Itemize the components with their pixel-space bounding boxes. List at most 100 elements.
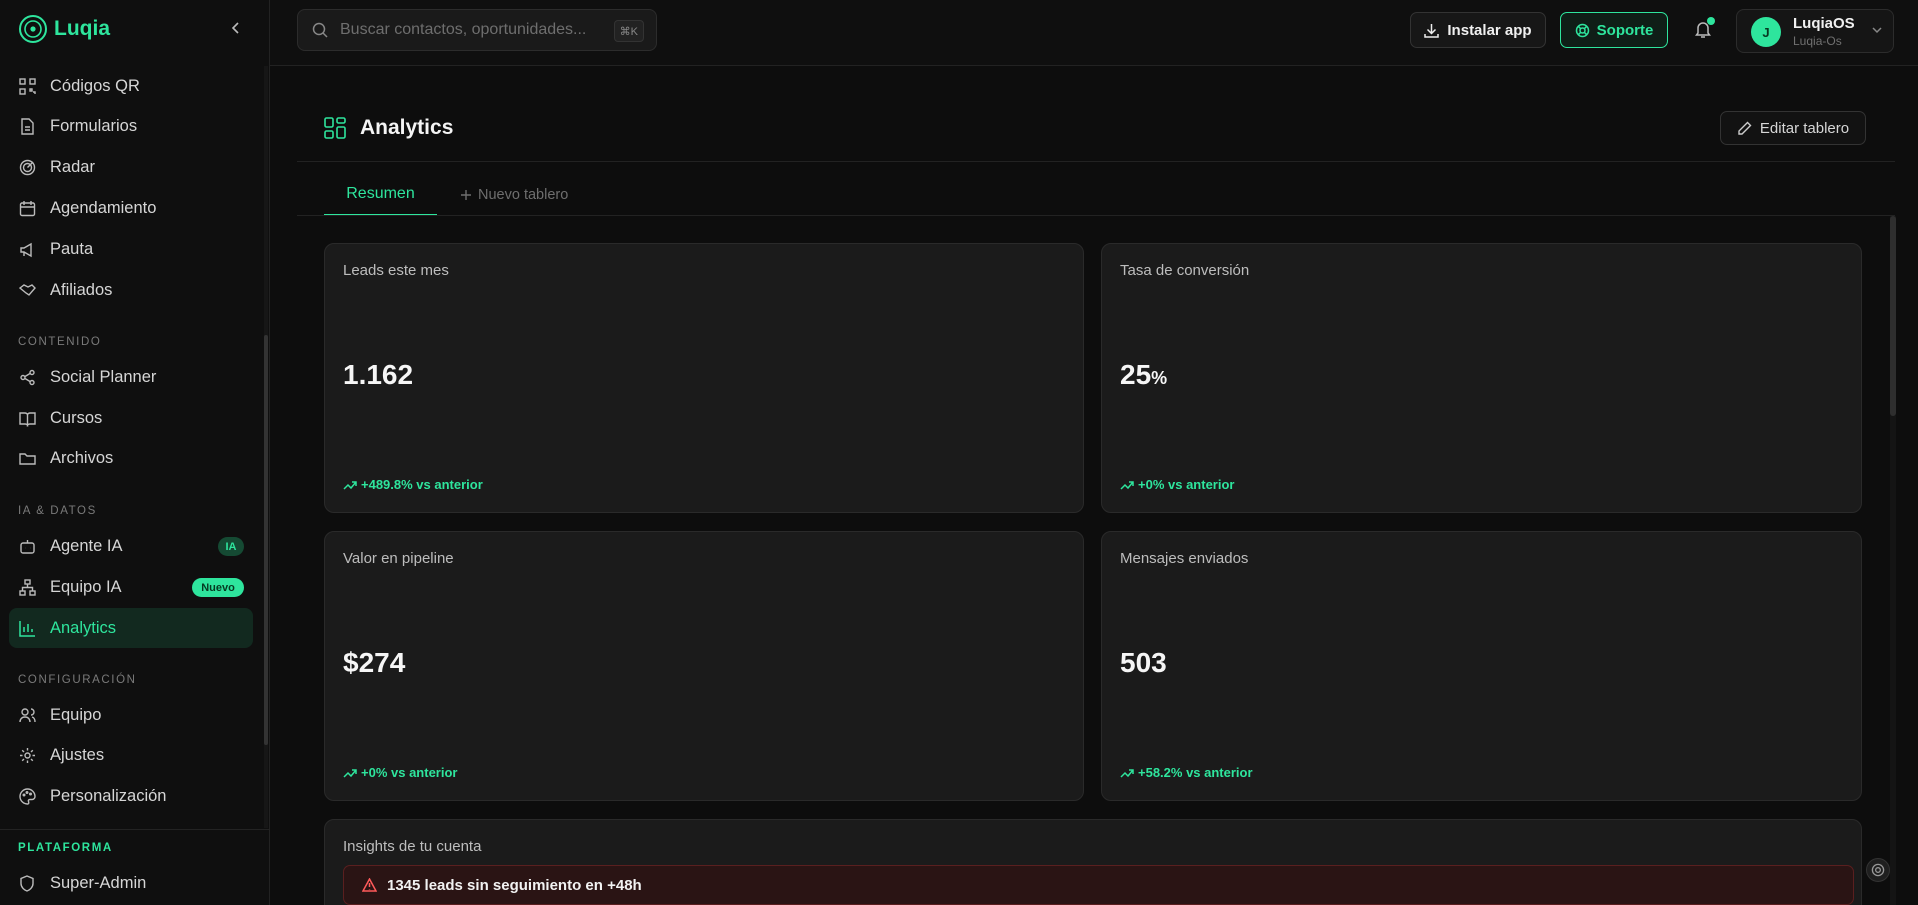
plus-icon bbox=[461, 190, 471, 200]
kpi-card-pipeline[interactable]: Valor en pipeline $274 +0% vs anterior bbox=[324, 531, 1084, 801]
help-widget-button[interactable] bbox=[1866, 858, 1890, 882]
page-title: Analytics bbox=[360, 116, 454, 139]
sidebar-item-cursos[interactable]: Cursos bbox=[9, 398, 253, 438]
content-scrollbar-thumb[interactable] bbox=[1890, 216, 1896, 416]
kpi-value: 1.162 bbox=[343, 359, 414, 390]
collapse-sidebar-button[interactable] bbox=[226, 18, 246, 38]
sidebar-item-label: Social Planner bbox=[50, 367, 157, 386]
document-icon bbox=[18, 117, 36, 135]
user-workspace: Luqia-Os bbox=[1793, 34, 1842, 48]
kpi-card-conversion[interactable]: Tasa de conversión 25% +0% vs anterior bbox=[1101, 243, 1862, 513]
sidebar-item-ajustes[interactable]: Ajustes bbox=[9, 735, 253, 775]
kpi-card-leads[interactable]: Leads este mes 1.162 +489.8% vs anterior bbox=[324, 243, 1084, 513]
sidebar-item-label: Archivos bbox=[50, 448, 114, 467]
sidebar-item-social-planner[interactable]: Social Planner bbox=[9, 357, 253, 397]
kpi-card-mensajes[interactable]: Mensajes enviados 503 +58.2% vs anterior bbox=[1101, 531, 1862, 801]
book-icon bbox=[18, 409, 36, 427]
sidebar-item-super-admin[interactable]: Super-Admin bbox=[9, 863, 253, 903]
lifebuoy-icon bbox=[1871, 863, 1885, 877]
lifebuoy-icon bbox=[1575, 23, 1589, 37]
sidebar-item-analytics[interactable]: Analytics bbox=[9, 608, 253, 648]
kpi-title: Valor en pipeline bbox=[343, 550, 454, 567]
divider bbox=[297, 215, 1895, 216]
sidebar-item-archivos[interactable]: Archivos bbox=[9, 438, 253, 478]
chevron-left-icon bbox=[231, 22, 239, 34]
divider bbox=[297, 161, 1895, 162]
section-plataforma: PLATAFORMA bbox=[18, 842, 113, 854]
edit-dashboard-label: Editar tablero bbox=[1759, 119, 1850, 137]
tab-label: Resumen bbox=[346, 185, 415, 202]
sidebar-item-label: Personalización bbox=[50, 786, 167, 805]
install-app-label: Instalar app bbox=[1447, 21, 1532, 39]
kpi-value: $274 bbox=[343, 647, 406, 678]
divider bbox=[0, 829, 270, 830]
sidebar: Luqia Códigos QR Formularios Radar Agend… bbox=[0, 0, 270, 905]
tab-nuevo-tablero[interactable]: Nuevo tablero bbox=[460, 174, 568, 216]
trending-up-icon bbox=[343, 480, 357, 490]
sidebar-item-equipo[interactable]: Equipo bbox=[9, 695, 253, 735]
ia-badge: IA bbox=[218, 537, 244, 556]
notification-dot bbox=[1707, 17, 1715, 25]
sidebar-item-agendamiento[interactable]: Agendamiento bbox=[9, 188, 253, 228]
sidebar-item-label: Cursos bbox=[50, 408, 103, 427]
sidebar-item-codigos-qr[interactable]: Códigos QR bbox=[9, 66, 253, 106]
palette-icon bbox=[18, 787, 36, 805]
sidebar-item-label: Códigos QR bbox=[50, 76, 140, 95]
sidebar-scrollbar-thumb[interactable] bbox=[264, 335, 268, 745]
sidebar-item-label: Agendamiento bbox=[50, 198, 157, 217]
sidebar-item-label: Super-Admin bbox=[50, 873, 147, 892]
user-name: LuqiaOS bbox=[1793, 15, 1855, 32]
page-header: Analytics bbox=[324, 116, 453, 140]
chevron-down-icon bbox=[1872, 27, 1882, 34]
avatar: J bbox=[1751, 17, 1781, 47]
sidebar-item-pauta[interactable]: Pauta bbox=[9, 229, 253, 269]
notifications-button[interactable] bbox=[1690, 16, 1716, 42]
search-box[interactable]: ⌘K bbox=[297, 9, 657, 51]
insight-alert[interactable]: 1345 leads sin seguimiento en +48h bbox=[343, 865, 1854, 905]
install-app-button[interactable]: Instalar app bbox=[1410, 12, 1546, 48]
search-input[interactable] bbox=[340, 21, 610, 39]
kpi-title: Tasa de conversión bbox=[1120, 262, 1250, 279]
topbar: ⌘K Instalar app Soporte J LuqiaOS Luqia-… bbox=[270, 0, 1918, 66]
download-icon bbox=[1424, 23, 1440, 38]
kpi-trend: +0% vs anterior bbox=[1120, 477, 1234, 492]
brand-logo[interactable]: Luqia bbox=[18, 13, 110, 45]
sidebar-item-personalizacion[interactable]: Personalización bbox=[9, 776, 253, 816]
sidebar-item-label: Pauta bbox=[50, 239, 94, 258]
sidebar-item-label: Formularios bbox=[50, 116, 138, 135]
sidebar-item-afiliados[interactable]: Afiliados bbox=[9, 270, 253, 310]
sidebar-item-formularios[interactable]: Formularios bbox=[9, 106, 253, 146]
sidebar-item-radar[interactable]: Radar bbox=[9, 147, 253, 187]
trending-up-icon bbox=[1120, 480, 1134, 490]
sidebar-item-label: Equipo bbox=[50, 705, 102, 724]
sidebar-item-label: Analytics bbox=[50, 618, 117, 637]
pencil-icon bbox=[1738, 121, 1752, 135]
tab-resumen[interactable]: Resumen bbox=[324, 174, 437, 216]
kpi-title: Mensajes enviados bbox=[1120, 550, 1249, 567]
sidebar-item-agente-ia[interactable]: Agente IA IA bbox=[9, 526, 253, 566]
share-icon bbox=[18, 368, 36, 386]
calendar-icon bbox=[18, 199, 36, 217]
insight-alert-text: 1345 leads sin seguimiento en +48h bbox=[387, 876, 642, 894]
support-label: Soporte bbox=[1596, 21, 1654, 39]
sidebar-item-label: Radar bbox=[50, 157, 95, 176]
handshake-icon bbox=[18, 281, 36, 299]
insights-title: Insights de tu cuenta bbox=[343, 838, 482, 855]
insights-card: Insights de tu cuenta 1345 leads sin seg… bbox=[324, 819, 1862, 905]
sidebar-item-equipo-ia[interactable]: Equipo IA Nuevo bbox=[9, 567, 253, 607]
brand-name: Luqia bbox=[54, 17, 110, 40]
section-ia-datos: IA & DATOS bbox=[18, 505, 97, 517]
luqia-logo-icon bbox=[19, 15, 47, 43]
user-menu[interactable]: J LuqiaOS Luqia-Os bbox=[1736, 9, 1894, 53]
section-contenido: CONTENIDO bbox=[18, 336, 102, 348]
kpi-value: 25% bbox=[1120, 359, 1168, 390]
edit-dashboard-button[interactable]: Editar tablero bbox=[1720, 111, 1866, 145]
sidebar-item-label: Agente IA bbox=[50, 536, 123, 555]
search-shortcut-badge: ⌘K bbox=[613, 20, 644, 42]
kpi-trend: +58.2% vs anterior bbox=[1120, 765, 1253, 780]
tab-label: Nuevo tablero bbox=[478, 187, 569, 203]
kpi-title: Leads este mes bbox=[343, 262, 449, 279]
section-configuracion: CONFIGURACIÓN bbox=[18, 674, 137, 686]
sidebar-item-label: Afiliados bbox=[50, 280, 113, 299]
support-button[interactable]: Soporte bbox=[1560, 12, 1668, 48]
